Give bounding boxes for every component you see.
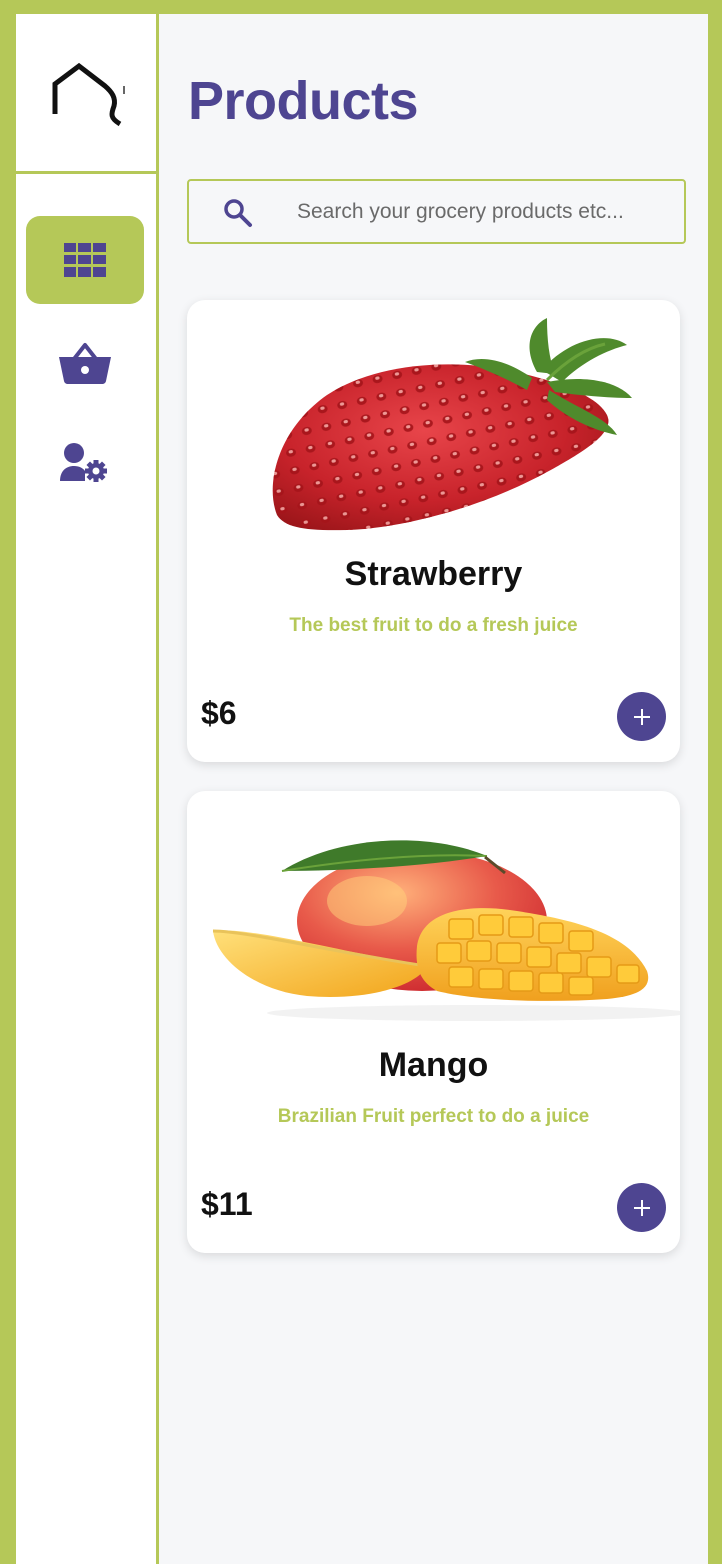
grid-icon [64, 243, 106, 277]
app-frame: Products Search your grocery products et… [0, 0, 722, 1564]
product-description: The best fruit to do a fresh juice [289, 615, 578, 636]
product-name: Mango [378, 1046, 489, 1084]
search-icon[interactable] [223, 198, 253, 228]
product-price: $6 [201, 695, 237, 731]
app-window: Products Search your grocery products et… [16, 14, 708, 1564]
page-title: Products [188, 71, 419, 131]
sidebar-item-account-settings[interactable] [26, 419, 144, 507]
house-outline-logo[interactable] [50, 62, 128, 132]
product-name: Strawberry [344, 555, 523, 593]
add-to-cart-button[interactable] [617, 1183, 666, 1232]
sidebar-item-basket[interactable] [26, 319, 144, 407]
sidebar [16, 14, 159, 1564]
plus-icon [633, 708, 650, 725]
main-content: Products Search your grocery products et… [159, 14, 708, 1564]
product-card-mango: Mango Brazilian Fruit perfect to do a ju… [187, 791, 687, 1253]
product-description: Brazilian Fruit perfect to do a juice [277, 1106, 590, 1127]
logo-area [16, 14, 156, 174]
product-image-mango [187, 791, 687, 1031]
sidebar-item-products[interactable] [26, 216, 144, 304]
user-settings-icon [60, 443, 107, 482]
product-price: $11 [201, 1186, 253, 1222]
plus-icon [633, 1199, 650, 1216]
product-image-strawberry [187, 300, 680, 540]
basket-icon [59, 343, 111, 384]
search-input[interactable] [297, 193, 677, 231]
add-to-cart-button[interactable] [617, 692, 666, 741]
product-card-strawberry: Strawberry The best fruit to do a fresh … [187, 300, 680, 762]
search-bar [187, 179, 686, 244]
